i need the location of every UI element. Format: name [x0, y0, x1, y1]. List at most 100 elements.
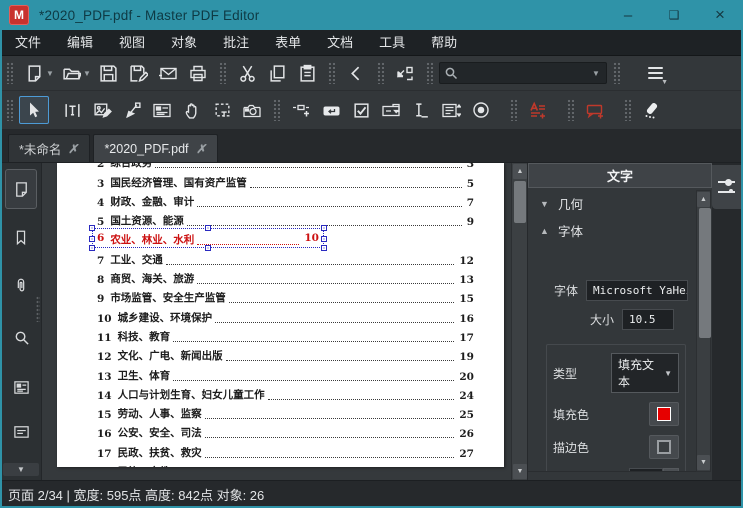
toolbar-grip[interactable]	[613, 62, 620, 84]
toolbar-grip[interactable]	[328, 62, 335, 84]
selection-handle[interactable]	[205, 245, 211, 251]
menu-help[interactable]: 帮助	[418, 30, 470, 56]
sidebar-scroll-down-button[interactable]: ▼	[3, 463, 39, 476]
selection-handle[interactable]	[321, 245, 327, 251]
menu-object[interactable]: 对象	[158, 30, 210, 56]
scrollbar-thumb[interactable]	[514, 181, 526, 223]
fill-color-button[interactable]	[649, 402, 679, 426]
add-form-field-button[interactable]	[286, 96, 316, 124]
email-button[interactable]	[153, 59, 183, 87]
line-width-spinner[interactable]: 1 ▼	[629, 468, 679, 472]
save-as-button[interactable]	[123, 59, 153, 87]
selected-text-object[interactable]: 6 农业、林业、水利 10	[97, 232, 319, 247]
new-document-button[interactable]	[19, 59, 49, 87]
type-dropdown[interactable]: 填充文本 ▼	[611, 353, 679, 393]
panel-scrollbar[interactable]: ▲ ▼	[696, 190, 711, 472]
selection-handle[interactable]	[321, 236, 327, 242]
selection-handle[interactable]	[89, 225, 95, 231]
paste-button[interactable]	[292, 59, 322, 87]
push-button-tool-button[interactable]	[316, 96, 346, 124]
minimize-button[interactable]: –	[605, 0, 651, 30]
snapshot-tool-button[interactable]	[237, 96, 267, 124]
attachments-button[interactable]	[5, 265, 37, 305]
toolbar-grip[interactable]	[377, 62, 384, 84]
search-input[interactable]	[458, 66, 595, 80]
toolbar-grip[interactable]	[567, 99, 574, 121]
menu-tools[interactable]: 工具	[366, 30, 418, 56]
save-button[interactable]	[93, 59, 123, 87]
font-name-field[interactable]: Microsoft YaHei	[586, 280, 688, 301]
form-fields-button[interactable]	[5, 367, 37, 407]
highlight-text-tool-button[interactable]	[523, 96, 553, 124]
edit-path-tool-button[interactable]	[117, 96, 147, 124]
edit-form-tool-button[interactable]	[147, 96, 177, 124]
font-size-field[interactable]: 10.5	[622, 309, 674, 330]
signature-panel-button[interactable]	[5, 417, 37, 445]
scroll-down-icon[interactable]: ▼	[513, 464, 527, 479]
toolbar-grip[interactable]	[6, 99, 13, 121]
checkbox-tool-button[interactable]	[346, 96, 376, 124]
scroll-up-icon[interactable]: ▲	[513, 164, 527, 179]
print-button[interactable]	[183, 59, 213, 87]
select-tool-button[interactable]	[19, 96, 49, 124]
select-text-area-tool-button[interactable]	[207, 96, 237, 124]
pdf-page[interactable]: 2 综合政务 3 3 国民经济管理、国有资产监管 5 4 财政、金融、审计	[57, 163, 504, 467]
toolbar-grip[interactable]	[426, 62, 433, 84]
copy-button[interactable]	[262, 59, 292, 87]
document-viewport[interactable]: 2 综合政务 3 3 国民经济管理、国有资产监管 5 4 财政、金融、审计	[42, 163, 527, 480]
scroll-up-icon[interactable]: ▲	[697, 192, 710, 207]
sidebar-grip[interactable]	[36, 296, 40, 322]
spinner-caret-icon[interactable]: ▼	[663, 468, 679, 472]
maximize-button[interactable]: ❑	[651, 0, 697, 30]
fit-page-button[interactable]	[390, 59, 420, 87]
radio-button-tool-button[interactable]	[466, 96, 496, 124]
toolbar-grip[interactable]	[624, 99, 631, 121]
edit-text-tool-button[interactable]	[57, 96, 87, 124]
cut-button[interactable]	[232, 59, 262, 87]
selection-handle[interactable]	[205, 225, 211, 231]
stroke-color-button[interactable]	[649, 435, 679, 459]
tab-2020-pdf[interactable]: *2020_PDF.pdf ✗	[93, 134, 217, 162]
selection-handle[interactable]	[89, 245, 95, 251]
scroll-down-icon[interactable]: ▼	[697, 455, 710, 470]
edit-image-tool-button[interactable]	[87, 96, 117, 124]
menu-comment[interactable]: 批注	[210, 30, 262, 56]
section-geometry[interactable]: ▼ 几何	[528, 190, 696, 217]
scrollbar-thumb[interactable]	[699, 208, 711, 338]
sticky-note-tool-button[interactable]	[580, 96, 610, 124]
document-scrollbar[interactable]: ▲ ▼	[511, 163, 527, 480]
toc-page: 3	[467, 163, 474, 170]
toolbar-grip[interactable]	[273, 99, 280, 121]
page-thumbnails-button[interactable]	[5, 169, 37, 209]
text-field-tool-button[interactable]	[406, 96, 436, 124]
tab-untitled[interactable]: *未命名 ✗	[8, 134, 90, 162]
leader-dots	[173, 341, 454, 342]
menu-document[interactable]: 文档	[314, 30, 366, 56]
listbox-tool-button[interactable]	[436, 96, 466, 124]
close-button[interactable]: ×	[697, 0, 743, 30]
tab-close-icon[interactable]: ✗	[68, 142, 81, 156]
menu-forms[interactable]: 表单	[262, 30, 314, 56]
tab-close-icon[interactable]: ✗	[195, 142, 208, 156]
selection-handle[interactable]	[321, 225, 327, 231]
search-dropdown-icon[interactable]: ▼	[592, 69, 602, 78]
properties-dock-tab[interactable]	[712, 165, 741, 209]
eraser-tool-button[interactable]	[637, 96, 667, 124]
combobox-tool-button[interactable]	[376, 96, 406, 124]
back-button[interactable]	[341, 59, 371, 87]
section-font[interactable]: ▲ 字体	[528, 217, 696, 244]
toolbar-menu-button[interactable]: ▼	[640, 59, 670, 87]
menu-view[interactable]: 视图	[106, 30, 158, 56]
line-width-value[interactable]: 1	[629, 468, 663, 472]
toolbar-grip[interactable]	[219, 62, 226, 84]
search-panel-button[interactable]	[5, 317, 37, 357]
open-file-button[interactable]	[56, 59, 86, 87]
bookmarks-button[interactable]	[5, 217, 37, 257]
search-box[interactable]: ▼	[439, 62, 607, 84]
toolbar-grip[interactable]	[510, 99, 517, 121]
selection-handle[interactable]	[89, 236, 95, 242]
menu-file[interactable]: 文件	[2, 30, 54, 56]
menu-edit[interactable]: 编辑	[54, 30, 106, 56]
hand-tool-button[interactable]	[177, 96, 207, 124]
toolbar-grip[interactable]	[6, 62, 13, 84]
